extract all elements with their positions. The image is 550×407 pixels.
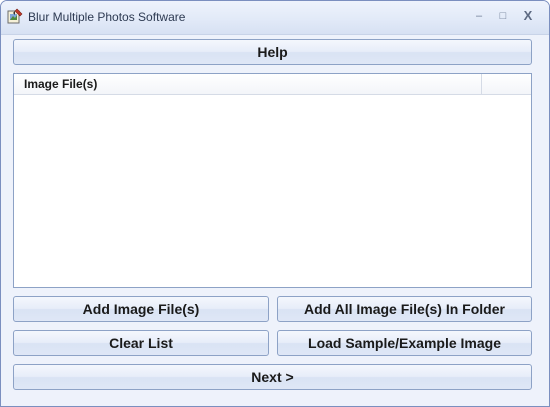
image-file-list[interactable]: Image File(s) [13,73,532,288]
column-header-image-files[interactable]: Image File(s) [14,74,482,94]
list-header: Image File(s) [14,74,531,95]
help-button[interactable]: Help [13,39,532,65]
list-body[interactable] [14,95,531,287]
add-image-files-button[interactable]: Add Image File(s) [13,296,269,322]
column-header-filler [482,74,531,94]
app-window: Blur Multiple Photos Software – □ X Help… [0,0,550,407]
minimize-button[interactable]: – [469,7,489,25]
app-photo-edit-icon [7,8,23,24]
maximize-button[interactable]: □ [493,7,513,25]
window-title: Blur Multiple Photos Software [28,10,186,24]
load-sample-button[interactable]: Load Sample/Example Image [277,330,532,356]
add-folder-button[interactable]: Add All Image File(s) In Folder [277,296,532,322]
next-button[interactable]: Next > [13,364,532,390]
clear-list-button[interactable]: Clear List [13,330,269,356]
close-button[interactable]: X [518,7,538,25]
title-bar[interactable]: Blur Multiple Photos Software – □ X [1,1,549,35]
